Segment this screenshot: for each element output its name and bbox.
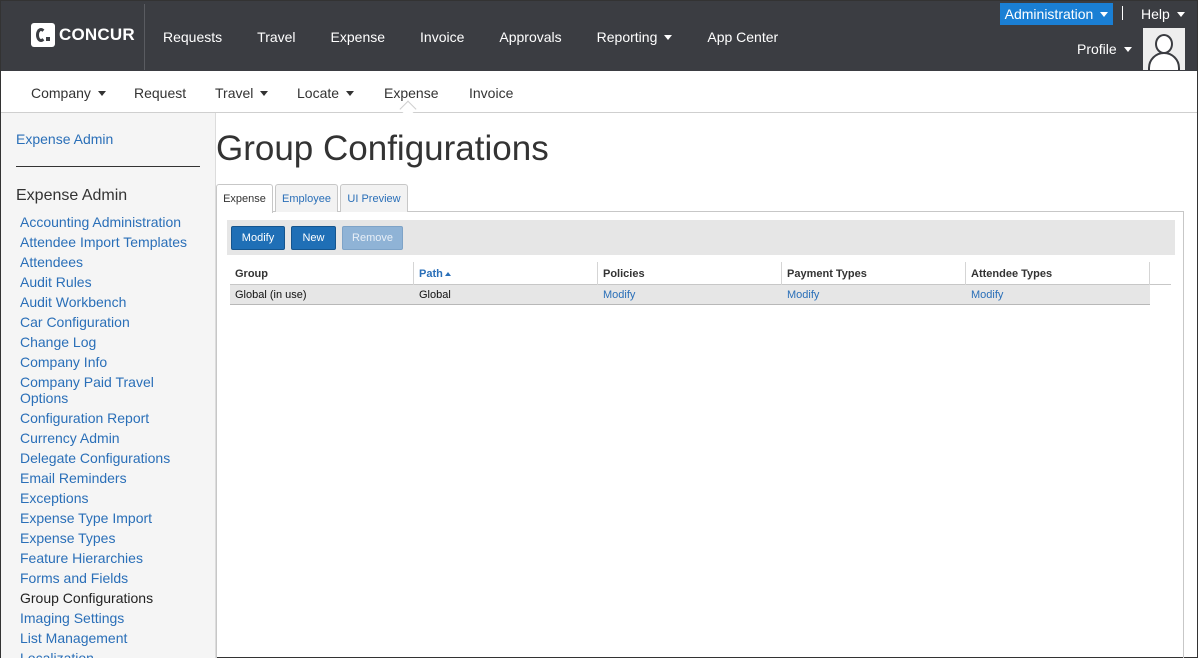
- sidebar-item-delegate-configurations[interactable]: Delegate Configurations: [20, 450, 200, 466]
- sort-ascending-icon: [444, 271, 451, 276]
- subnav-expense[interactable]: Expense: [384, 85, 438, 101]
- user-silhouette-icon: [1148, 52, 1180, 70]
- sub-nav: Company Request Travel Locate Expense In…: [1, 71, 1197, 113]
- sidebar-item-audit-rules[interactable]: Audit Rules: [20, 274, 200, 290]
- sidebar-item-company-paid-travel-options[interactable]: Company Paid Travel Options: [20, 374, 200, 406]
- chevron-down-icon: [260, 90, 269, 96]
- payment-types-modify-link[interactable]: Modify: [782, 285, 819, 305]
- topnav-reporting[interactable]: Reporting: [597, 29, 673, 45]
- subnav-travel[interactable]: Travel: [215, 85, 269, 101]
- topnav-approvals[interactable]: Approvals: [499, 29, 561, 45]
- sidebar-item-configuration-report[interactable]: Configuration Report: [20, 410, 200, 426]
- header-separator: [1122, 6, 1123, 20]
- table-header: Group Path Policies Payment Types Attend…: [230, 262, 1171, 285]
- sidebar-item-imaging-settings[interactable]: Imaging Settings: [20, 610, 200, 626]
- concur-logo-icon: [31, 23, 55, 47]
- sidebar-item-currency-admin[interactable]: Currency Admin: [20, 430, 200, 446]
- sidebar-item-attendees[interactable]: Attendees: [20, 254, 200, 270]
- modify-button[interactable]: Modify: [231, 226, 285, 250]
- sidebar-item-attendee-import-templates[interactable]: Attendee Import Templates: [20, 234, 200, 250]
- topnav-invoice[interactable]: Invoice: [420, 29, 464, 45]
- administration-label: Administration: [1004, 6, 1094, 22]
- sidebar-item-group-configurations[interactable]: Group Configurations: [20, 590, 200, 606]
- top-bar: CONCUR Requests Travel Expense Invoice A…: [1, 1, 1197, 71]
- column-header-payment-types[interactable]: Payment Types: [782, 262, 966, 285]
- sidebar-item-expense-types[interactable]: Expense Types: [20, 530, 200, 546]
- sidebar-item-exceptions[interactable]: Exceptions: [20, 490, 200, 506]
- sidebar-item-change-log[interactable]: Change Log: [20, 334, 200, 350]
- subnav-locate-label: Locate: [297, 85, 340, 101]
- concur-logo[interactable]: CONCUR: [31, 23, 135, 47]
- chevron-down-icon: [664, 34, 673, 40]
- help-label: Help: [1141, 6, 1170, 22]
- administration-menu-button[interactable]: Administration: [1000, 3, 1113, 25]
- subnav-invoice[interactable]: Invoice: [469, 85, 513, 101]
- subnav-travel-label: Travel: [215, 85, 254, 101]
- tab-employee[interactable]: Employee: [275, 184, 338, 212]
- sidebar-item-expense-type-import[interactable]: Expense Type Import: [20, 510, 200, 526]
- sidebar-item-audit-workbench[interactable]: Audit Workbench: [20, 294, 200, 310]
- cell-group: Global (in use): [235, 289, 307, 301]
- profile-menu-button[interactable]: Profile: [1077, 41, 1132, 57]
- topnav-reporting-label: Reporting: [596, 29, 658, 45]
- topnav-travel[interactable]: Travel: [257, 29, 295, 45]
- sidebar-heading: Expense Admin: [16, 187, 128, 204]
- subnav-company[interactable]: Company: [31, 85, 106, 101]
- avatar[interactable]: [1143, 28, 1185, 70]
- policies-modify-link[interactable]: Modify: [598, 285, 635, 305]
- chevron-down-icon: [1100, 11, 1109, 17]
- column-header-path-label: Path: [419, 267, 443, 280]
- top-nav: Requests Travel Expense Invoice Approval…: [163, 29, 813, 45]
- cell-path: Global: [419, 289, 451, 301]
- sidebar-list: Accounting Administration Attendee Impor…: [20, 214, 200, 658]
- subnav-company-label: Company: [31, 85, 91, 101]
- sidebar-item-list-management[interactable]: List Management: [20, 630, 200, 646]
- sidebar-item-car-configuration[interactable]: Car Configuration: [20, 314, 200, 330]
- sidebar: Expense Admin Expense Admin Accounting A…: [1, 113, 216, 658]
- subnav-locate[interactable]: Locate: [297, 85, 355, 101]
- column-header-attendee-types[interactable]: Attendee Types: [966, 262, 1150, 285]
- sidebar-item-feature-hierarchies[interactable]: Feature Hierarchies: [20, 550, 200, 566]
- column-header-path[interactable]: Path: [414, 262, 598, 285]
- brand-name: CONCUR: [59, 25, 135, 44]
- help-menu-button[interactable]: Help: [1141, 6, 1185, 22]
- attendee-types-modify-link[interactable]: Modify: [966, 285, 1003, 305]
- sidebar-item-forms-and-fields[interactable]: Forms and Fields: [20, 570, 200, 586]
- tab-expense[interactable]: Expense: [216, 184, 273, 213]
- logo-divider: [144, 4, 145, 70]
- sidebar-top-link[interactable]: Expense Admin: [16, 131, 113, 147]
- tab-ui-preview[interactable]: UI Preview: [340, 184, 408, 212]
- subnav-request[interactable]: Request: [134, 85, 186, 101]
- column-header-group[interactable]: Group: [230, 262, 414, 285]
- sidebar-item-localization[interactable]: Localization: [20, 650, 200, 658]
- profile-label: Profile: [1077, 41, 1117, 57]
- column-header-policies[interactable]: Policies: [598, 262, 782, 285]
- sidebar-item-company-info[interactable]: Company Info: [20, 354, 200, 370]
- topnav-requests[interactable]: Requests: [163, 29, 222, 45]
- sidebar-item-email-reminders[interactable]: Email Reminders: [20, 470, 200, 486]
- topnav-expense[interactable]: Expense: [331, 29, 385, 45]
- chevron-down-icon: [1176, 11, 1185, 17]
- sidebar-item-accounting-administration[interactable]: Accounting Administration: [20, 214, 200, 230]
- chevron-down-icon: [346, 90, 355, 96]
- sidebar-divider: [16, 166, 200, 167]
- topnav-app-center[interactable]: App Center: [707, 29, 778, 45]
- new-button[interactable]: New: [291, 226, 336, 250]
- remove-button[interactable]: Remove: [342, 226, 403, 250]
- table-row[interactable]: Global (in use) Global Modify Modify Mod…: [230, 285, 1150, 305]
- user-head-icon: [1155, 34, 1173, 54]
- group-config-table: Group Path Policies Payment Types Attend…: [230, 262, 1171, 305]
- chevron-down-icon: [1123, 46, 1132, 52]
- page-title: Group Configurations: [216, 129, 549, 168]
- chevron-down-icon: [97, 90, 106, 96]
